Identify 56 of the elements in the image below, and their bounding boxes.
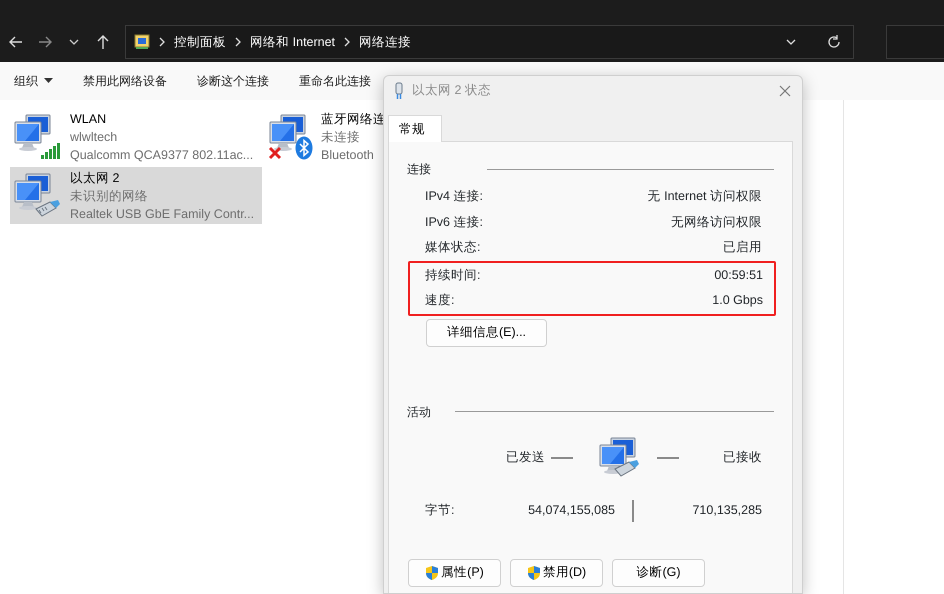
field-value: 无网络访问权限: [671, 214, 762, 231]
field-value: 已启用: [723, 239, 762, 256]
connection-item[interactable]: 以太网 2 未识别的网络 Realtek USB GbE Family Contr...: [10, 167, 262, 224]
breadcrumb-link[interactable]: 网络和 Internet: [250, 32, 336, 52]
bluetooth-icon: [295, 136, 313, 160]
shield-icon: [425, 564, 440, 580]
toolbar-button[interactable]: 重命名此连接: [291, 67, 379, 95]
connection-item[interactable]: WLAN wlwltech Qualcomm QCA9377 802.11ac...: [10, 108, 262, 165]
toolbar-button[interactable]: 组织: [6, 67, 61, 95]
control-panel-icon: [134, 34, 150, 50]
breadcrumb-link[interactable]: 网络连接: [359, 32, 412, 52]
adapter-name: Realtek USB GbE Family Contr...: [70, 206, 254, 223]
shield-icon: [526, 564, 541, 580]
breadcrumb-link[interactable]: 控制面板: [174, 32, 226, 52]
field-label: 持续时间:: [425, 266, 480, 284]
cross-icon: [268, 146, 282, 160]
field-label: 速度:: [425, 292, 454, 310]
caret-icon: [44, 78, 53, 84]
section-heading: 连接: [407, 161, 431, 178]
adapter-name: Qualcomm QCA9377 802.11ac...: [70, 147, 254, 164]
connection-name: WLAN: [70, 111, 108, 128]
signal-bars-icon: [40, 142, 62, 160]
connection-status: 未连接: [321, 129, 361, 146]
bytes-received: 710,135,285: [691, 502, 762, 520]
details-button[interactable]: 详细信息(E)...: [426, 318, 547, 346]
bytes-label: 字节:: [425, 502, 456, 520]
dialog-button[interactable]: 禁用(D): [510, 558, 603, 586]
field-value: 00:59:51: [714, 266, 763, 284]
sent-label: 已发送: [505, 449, 545, 466]
dialog-button[interactable]: 属性(P): [408, 558, 501, 586]
ethernet-plug-icon: [34, 199, 62, 219]
field-value: 1.0 Gbps: [712, 292, 763, 310]
window-title: 以太网 2 状态: [412, 82, 491, 100]
chevron-right-icon: [234, 37, 242, 47]
field-label: 媒体状态:: [425, 239, 480, 256]
field-value: 无 Internet 访问权限: [648, 188, 762, 206]
chevron-right-icon: [158, 37, 166, 47]
field-label: IPv4 连接:: [425, 188, 483, 206]
received-label: 已接收: [722, 449, 763, 466]
connection-status: wlwltech: [70, 129, 118, 146]
search-field[interactable]: [886, 25, 944, 59]
address-bar[interactable]: 控制面板 网络和 Internet 网络连接: [125, 25, 854, 59]
field-label: IPv6 连接:: [425, 214, 483, 231]
connection-name: 以太网 2: [70, 170, 120, 187]
refresh-icon: [827, 35, 842, 49]
section-heading: 活动: [407, 404, 431, 420]
chevron-right-icon: [343, 37, 352, 47]
adapter-name: Bluetooth: [321, 147, 375, 164]
dialog-button[interactable]: 诊断(G): [612, 558, 705, 586]
tab[interactable]: 常规: [388, 115, 442, 142]
toolbar-button[interactable]: 诊断这个连接: [189, 67, 277, 95]
close-icon[interactable]: [779, 84, 791, 96]
toolbar-button[interactable]: 禁用此网络设备: [75, 67, 175, 95]
adapter-icon: [394, 82, 404, 100]
connection-status: 未识别的网络: [70, 188, 149, 205]
bytes-sent: 54,074,155,085: [527, 502, 615, 520]
